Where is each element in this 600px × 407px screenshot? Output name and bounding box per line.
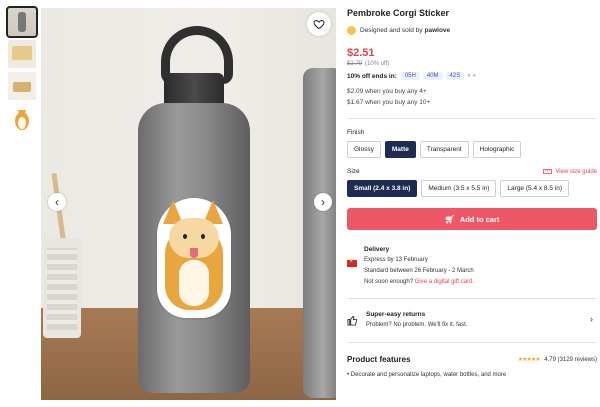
size-option-small[interactable]: Small (2.4 x 3.8 in) [347, 180, 418, 197]
corgi-tongue [190, 248, 198, 258]
finish-option-holographic[interactable]: Holographic [472, 141, 522, 158]
sale-countdown: 10% off ends in: 05H 40M 42S ● ● [347, 72, 597, 80]
feature-item: • Decorate and personalize laptops, wate… [347, 372, 507, 378]
divider [347, 342, 597, 343]
corgi-right-eye [201, 234, 205, 239]
seller-line: Designed and sold by pawlove [347, 26, 597, 35]
corgi-left-eye [183, 234, 187, 239]
loading-dots-icon: ● ● [467, 73, 477, 79]
delivery-not-soon-line: Not soon enough? Give a digital gift car… [364, 277, 474, 288]
returns-section[interactable]: Super-easy returns Problem? No problem. … [347, 308, 597, 332]
finish-options: Glossy Matte Transparent Holographic [347, 141, 597, 158]
seller-name-link[interactable]: pawlove [425, 27, 451, 34]
features-heading: Product features [347, 355, 411, 364]
thumbnail-strip [6, 6, 38, 136]
cart-icon: 🛒︎ [444, 214, 455, 224]
finish-option-transparent[interactable]: Transparent [419, 141, 469, 158]
add-to-cart-button[interactable]: 🛒︎ Add to cart [347, 208, 597, 230]
delivery-express: Express by 13 February [364, 257, 428, 263]
returns-info: Super-easy returns Problem? No problem. … [366, 310, 467, 330]
features-header: Product features ★★★★★ 4.79 (3129 review… [347, 355, 597, 364]
finish-label: Finish [347, 129, 365, 136]
star-rating-icon: ★★★★★ [517, 357, 541, 363]
product-price: $2.51 [347, 47, 375, 59]
chevron-left-icon: ‹ [55, 195, 59, 209]
hong-kong-flag-icon [347, 258, 357, 267]
finish-option-glossy[interactable]: Glossy [347, 141, 381, 158]
corgi-sticker [157, 198, 231, 318]
pencil-cup [43, 238, 81, 338]
next-image-button[interactable]: › [314, 193, 332, 211]
previous-image-button[interactable]: ‹ [48, 193, 66, 211]
rating-summary[interactable]: ★★★★★ 4.79 (3129 reviews) [518, 356, 597, 363]
gift-card-link[interactable]: Give a digital gift card. [415, 279, 474, 285]
thumbnail-laptop[interactable] [8, 40, 36, 68]
not-soon-text: Not soon enough? [364, 279, 414, 285]
heart-icon [313, 19, 325, 30]
product-title: Pembroke Corgi Sticker [347, 8, 450, 18]
corgi-thumbnail-icon [15, 110, 29, 130]
thumbnail-bottle[interactable] [6, 6, 38, 38]
delivery-info: Delivery Express by 13 February Standard… [364, 244, 474, 288]
delivery-standard: Standard between 26 February - 2 March [364, 268, 474, 274]
original-price-line: $2.79 (10% off) [347, 61, 597, 67]
size-options: Small (2.4 x 3.8 in) Medium (3.5 x 5.5 i… [347, 180, 597, 197]
size-guide-label: View size guide [555, 168, 597, 175]
product-panel: Pembroke Corgi Sticker Designed and sold… [347, 8, 597, 378]
returns-text: Problem? No problem. We'll fix it. fast. [366, 322, 468, 328]
feature-item-text: Decorate and personalize laptops, water … [350, 372, 507, 378]
product-main-image [41, 8, 336, 400]
ruler-icon [543, 169, 553, 174]
delivery-section: Delivery Express by 13 February Standard… [347, 244, 597, 288]
size-option-large[interactable]: Large (5.4 x 8.5 in) [500, 180, 569, 197]
timer-minutes: 40M [422, 72, 443, 80]
seller-avatar[interactable] [347, 26, 356, 35]
chevron-right-icon: › [590, 314, 593, 324]
timer-hours: 05H [400, 72, 420, 80]
chevron-right-icon: › [321, 195, 325, 209]
favorite-button[interactable] [307, 12, 331, 36]
review-count: (3129 reviews) [557, 357, 597, 363]
size-header: Size View size guide [347, 168, 597, 175]
thumbnail-sticker[interactable] [8, 104, 36, 132]
bulk-price-10: $1.67 when you buy any 10+ [347, 99, 431, 106]
add-to-cart-label: Add to cart [459, 214, 500, 224]
original-price: $2.79 [347, 61, 363, 67]
timer-seconds: 42S [445, 72, 465, 80]
size-label: Size [347, 168, 360, 175]
sale-label: 10% off ends in: [347, 72, 397, 80]
returns-heading: Super-easy returns [366, 311, 426, 318]
divider [347, 298, 597, 299]
delivery-heading: Delivery [364, 246, 390, 253]
discount-percent: (10% off) [365, 61, 390, 67]
seller-prefix: Designed and sold by [360, 27, 423, 34]
size-option-medium[interactable]: Medium (3.5 x 5.5 in) [421, 180, 497, 197]
rating-value: 4.79 [544, 357, 556, 363]
finish-option-matte[interactable]: Matte [384, 141, 416, 158]
second-bottle [303, 68, 336, 398]
thumbnail-desk[interactable] [8, 72, 36, 100]
bulk-pricing: $2.09 when you buy any 4+ $1.67 when you… [347, 86, 597, 108]
divider [347, 118, 597, 119]
thumbs-up-icon [347, 315, 358, 326]
size-guide-link[interactable]: View size guide [543, 168, 597, 175]
bulk-price-4: $2.09 when you buy any 4+ [347, 88, 427, 95]
corgi-belly [179, 260, 209, 306]
